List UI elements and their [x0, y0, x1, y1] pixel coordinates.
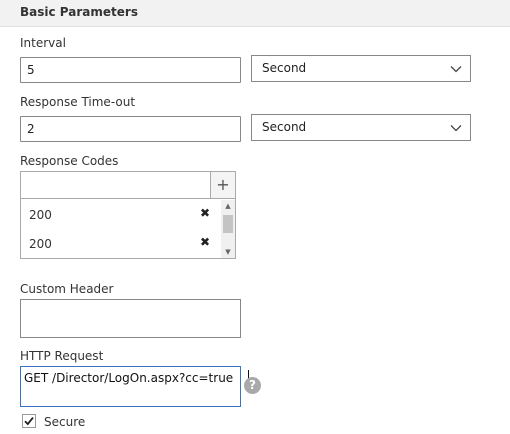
response-code-input[interactable] [21, 172, 211, 199]
scroll-up-icon[interactable]: ▲ [221, 200, 235, 212]
http-request-textarea[interactable]: GET /Director/LogOn.aspx?cc=true [20, 366, 249, 407]
http-request-label: HTTP Request [20, 349, 104, 363]
section-header: Basic Parameters [0, 0, 510, 27]
interval-unit-value: Second [262, 61, 307, 75]
list-item: 200 ✖ [21, 200, 219, 229]
plus-icon: + [216, 175, 230, 194]
custom-header-textarea[interactable] [20, 299, 241, 338]
secure-label: Secure [44, 415, 86, 429]
response-codes-scrollbar[interactable]: ▲ ▼ [221, 200, 235, 258]
response-timeout-input[interactable]: 2 [20, 116, 241, 142]
chevron-down-icon [450, 66, 462, 73]
custom-header-label: Custom Header [20, 282, 114, 296]
close-icon[interactable]: ✖ [200, 207, 210, 219]
checkmark-icon [24, 417, 34, 426]
basic-parameters-panel: Basic Parameters Interval 5 Second Respo… [0, 0, 510, 434]
close-icon[interactable]: ✖ [200, 236, 210, 248]
secure-checkbox[interactable] [22, 414, 36, 428]
response-timeout-label: Response Time-out [20, 95, 136, 109]
help-icon[interactable]: ? [244, 377, 261, 394]
scroll-down-icon[interactable]: ▼ [221, 246, 235, 258]
section-title: Basic Parameters [20, 5, 138, 19]
response-timeout-unit-select[interactable]: Second [251, 114, 471, 141]
response-code-value: 200 [29, 237, 52, 251]
scroll-thumb[interactable] [223, 215, 233, 233]
list-item: 200 ✖ [21, 229, 219, 258]
interval-unit-select[interactable]: Second [251, 55, 471, 82]
response-code-value: 200 [29, 208, 52, 222]
interval-label: Interval [20, 36, 66, 50]
http-request-value: GET /Director/LogOn.aspx?cc=true [24, 371, 234, 385]
response-timeout-unit-value: Second [262, 120, 307, 134]
interval-input[interactable]: 5 [20, 57, 241, 83]
response-codes-label: Response Codes [20, 154, 119, 168]
add-response-code-button[interactable]: + [211, 172, 235, 199]
response-codes-box: + 200 ✖ 200 ✖ ▲ ▼ [20, 171, 236, 259]
response-codes-list: 200 ✖ 200 ✖ [21, 200, 221, 258]
chevron-down-icon [450, 125, 462, 132]
